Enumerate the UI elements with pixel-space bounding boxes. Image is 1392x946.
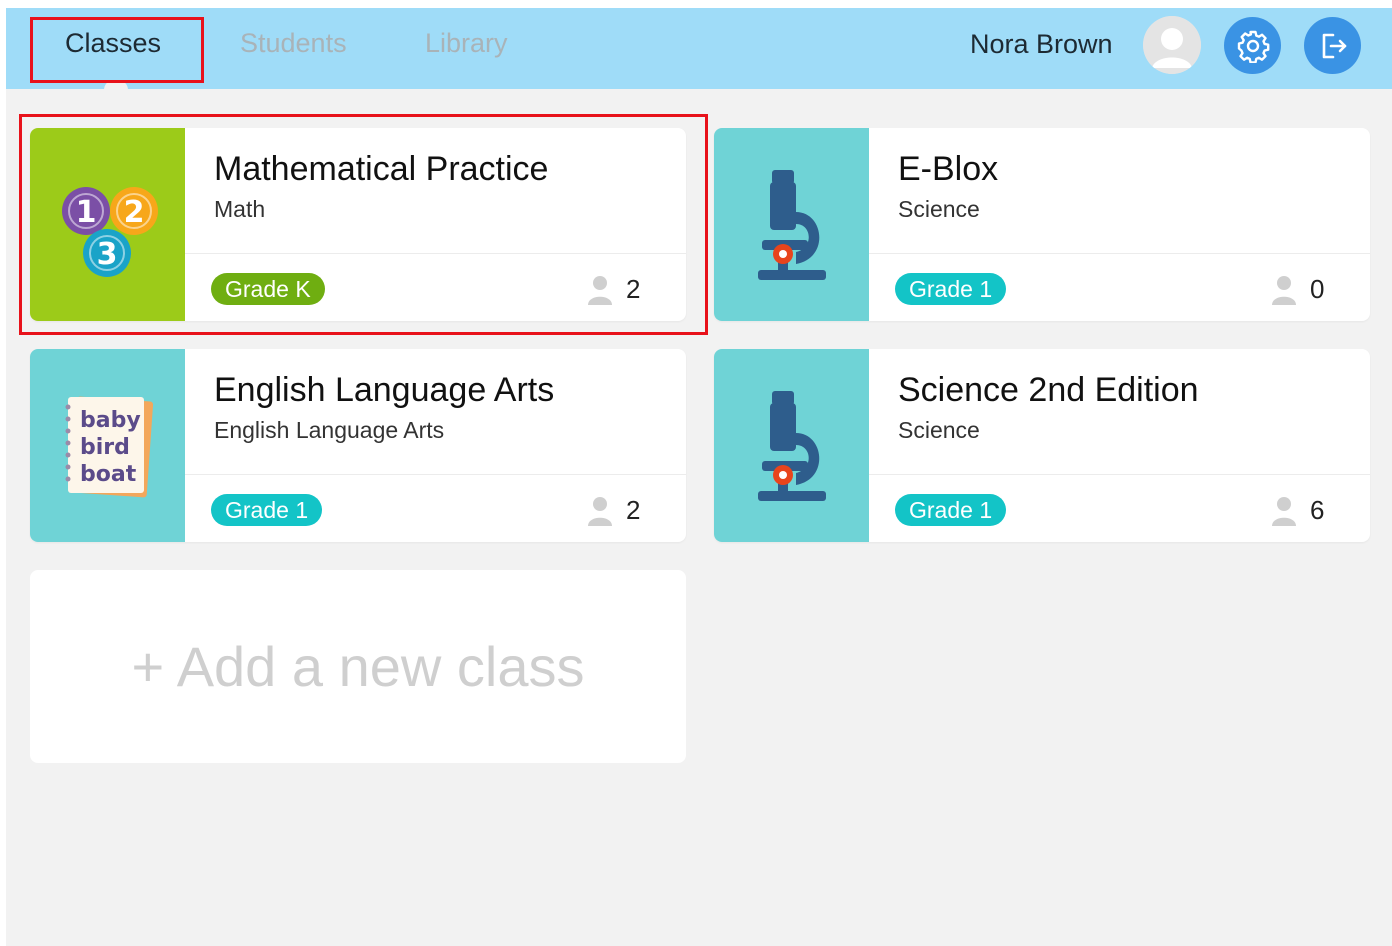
class-card-e-blox[interactable]: E-Blox Science Grade 1 0 (714, 128, 1370, 321)
student-count-icon (588, 276, 612, 305)
class-subject: Math (214, 196, 266, 222)
logout-icon (1322, 33, 1346, 58)
notebook-icon: baby bird boat (65, 396, 153, 497)
class-card-science-2nd-edition[interactable]: Science 2nd Edition Science Grade 1 6 (714, 349, 1370, 542)
tab-library[interactable]: Library (425, 28, 508, 59)
tab-highlight-box (30, 17, 204, 83)
notebook-text-line-3: boat (80, 462, 137, 487)
student-count: 0 (1310, 274, 1325, 304)
grade-badge: Grade 1 (211, 494, 323, 526)
microscope-icon (757, 169, 826, 280)
class-title: Science 2nd Edition (898, 371, 1199, 409)
notebook-text-line-1: baby (80, 408, 141, 433)
card-divider (185, 253, 686, 254)
class-subject: Science (898, 417, 980, 443)
top-navigation-bar: Classes Students Library Nora Brown (6, 8, 1392, 90)
grade-badge: Grade 1 (895, 273, 1007, 305)
class-thumbnail: 1 2 3 (30, 128, 185, 321)
add-new-class-button[interactable]: + Add a new class (30, 570, 686, 763)
student-count-icon (1272, 276, 1296, 305)
app-window: Classes Students Library Nora Brown 1 2 … (6, 8, 1392, 946)
class-card-mathematical-practice[interactable]: 1 2 3 Mathematical Practice Math Grade K… (30, 128, 686, 321)
class-thumbnail: baby bird boat (30, 349, 185, 542)
class-thumbnail (714, 349, 869, 542)
user-avatar-icon[interactable] (1143, 16, 1201, 74)
card-divider (869, 253, 1370, 254)
svg-text:2: 2 (123, 195, 144, 230)
card-divider (869, 474, 1370, 475)
logout-button[interactable] (1304, 17, 1361, 74)
class-subject: Science (898, 196, 980, 222)
svg-text:1: 1 (75, 195, 96, 230)
class-thumbnail (714, 128, 869, 321)
class-title: Mathematical Practice (214, 150, 549, 188)
notebook-text-line-2: bird (80, 435, 130, 460)
student-count-icon (1272, 497, 1296, 526)
grade-badge: Grade K (211, 273, 325, 305)
numbers-123-icon: 1 2 3 (61, 186, 158, 277)
class-title: English Language Arts (214, 371, 555, 409)
student-count: 6 (1310, 495, 1325, 525)
grade-badge: Grade 1 (895, 494, 1007, 526)
settings-button[interactable] (1224, 17, 1281, 74)
tab-students[interactable]: Students (240, 28, 347, 59)
user-name: Nora Brown (970, 29, 1113, 59)
class-subject: English Language Arts (214, 417, 445, 443)
microscope-icon (757, 390, 826, 501)
student-count: 2 (626, 495, 641, 525)
student-count: 2 (626, 274, 641, 304)
class-title: E-Blox (898, 150, 999, 188)
card-divider (185, 474, 686, 475)
class-card-english-language-arts[interactable]: baby bird boat English Language Arts Eng… (30, 349, 686, 542)
gear-icon (1237, 30, 1269, 63)
svg-text:3: 3 (96, 237, 117, 272)
student-count-icon (588, 497, 612, 526)
